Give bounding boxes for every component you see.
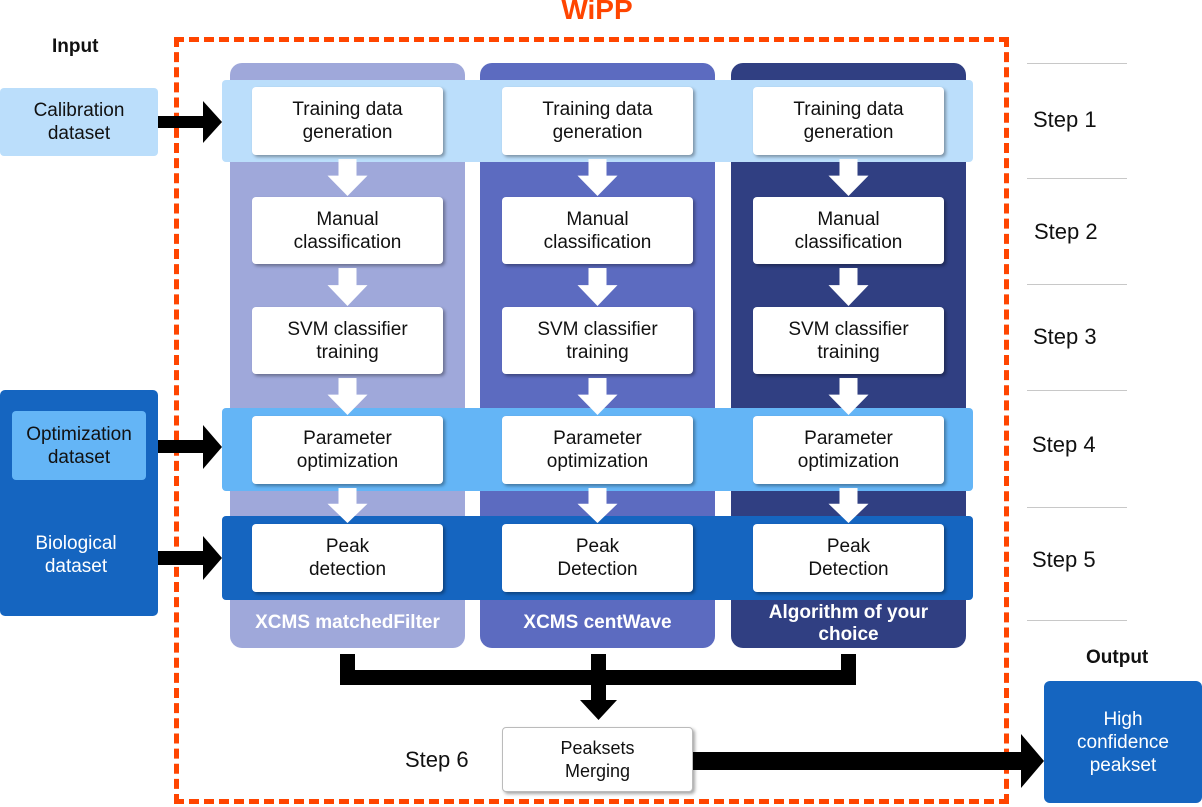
peak-detection-box: Peak detection (252, 524, 443, 592)
step-divider (1027, 507, 1127, 508)
peak-detection-box: Peak Detection (502, 524, 693, 592)
optimization-dataset-box: Optimization dataset (12, 411, 146, 480)
training-data-generation-box: Training data generation (252, 87, 443, 155)
step-divider (1027, 620, 1127, 621)
down-arrow-icon (828, 268, 869, 306)
down-arrow-icon (327, 488, 368, 523)
column-label-xcms-matchedfilter: XCMS matchedFilter (255, 612, 440, 633)
arrow-calibration (158, 101, 222, 143)
down-arrow-icon (828, 159, 869, 196)
manual-classification-box: Manual classification (252, 197, 443, 264)
down-arrow-icon (828, 378, 869, 415)
peak-detection-box: Peak Detection (753, 524, 944, 592)
step-divider (1027, 284, 1127, 285)
merge-connector-bar (340, 670, 856, 685)
manual-classification-box: Manual classification (753, 197, 944, 264)
step-divider (1027, 63, 1127, 64)
step-2-label: Step 2 (1034, 219, 1098, 244)
down-arrow-icon (577, 268, 618, 306)
svm-classifier-training-box: SVM classifier training (252, 307, 443, 374)
step-1-label: Step 1 (1033, 107, 1097, 132)
peaksets-merging-box: Peaksets Merging (502, 727, 693, 792)
high-confidence-peakset-box: High confidence peakset (1044, 681, 1202, 803)
down-arrow-icon (577, 488, 618, 523)
down-arrow-icon (577, 159, 618, 196)
down-arrow-icon (327, 159, 368, 196)
svm-classifier-training-box: SVM classifier training (753, 307, 944, 374)
arrow-biological (158, 536, 222, 580)
calibration-dataset-box: Calibration dataset (0, 88, 158, 156)
step-3-label: Step 3 (1033, 324, 1097, 349)
down-arrow-icon (327, 378, 368, 415)
svm-classifier-training-box: SVM classifier training (502, 307, 693, 374)
down-arrow-icon (327, 268, 368, 306)
step-4-label: Step 4 (1032, 432, 1096, 457)
parameter-optimization-box: Parameter optimization (753, 416, 944, 484)
manual-classification-box: Manual classification (502, 197, 693, 264)
parameter-optimization-box: Parameter optimization (502, 416, 693, 484)
parameter-optimization-box: Parameter optimization (252, 416, 443, 484)
step-5-label: Step 5 (1032, 547, 1096, 572)
biological-dataset-label: Biological dataset (35, 533, 117, 577)
step-divider (1027, 390, 1127, 391)
step-6-label: Step 6 (405, 747, 469, 772)
arrow-merge-down (580, 684, 617, 720)
down-arrow-icon (577, 378, 618, 415)
column-label-custom-algorithm: Algorithm of your choice (768, 602, 929, 645)
training-data-generation-box: Training data generation (502, 87, 693, 155)
step-divider (1027, 178, 1127, 179)
arrow-output (693, 734, 1044, 788)
column-label-xcms-centwave: XCMS centWave (523, 612, 672, 633)
training-data-generation-box: Training data generation (753, 87, 944, 155)
down-arrow-icon (828, 488, 869, 523)
